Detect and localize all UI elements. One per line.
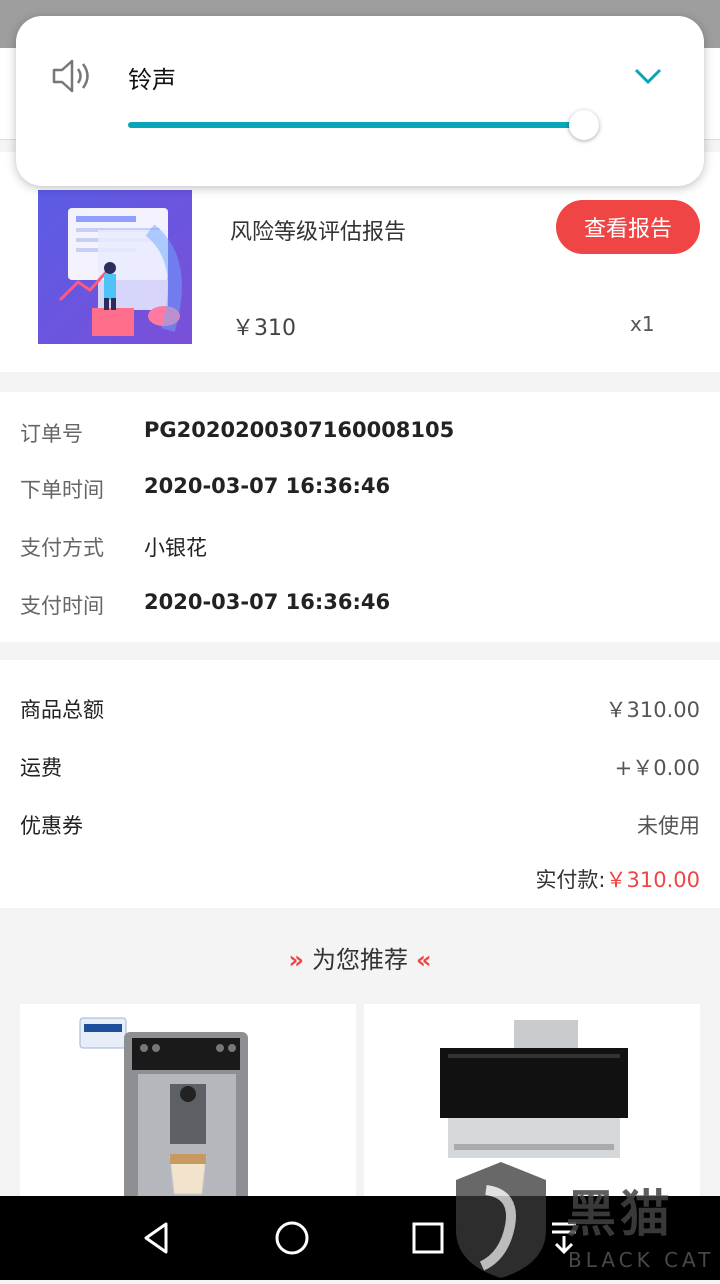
volume-slider-fill: [128, 122, 584, 128]
chevron-down-icon[interactable]: [632, 64, 664, 88]
recommend-item-coffee-machine[interactable]: [20, 1004, 356, 1204]
home-icon[interactable]: [272, 1216, 312, 1260]
paid-label: 实付款:: [535, 868, 606, 892]
volume-slider[interactable]: [128, 110, 599, 140]
order-number-label: 订单号: [20, 422, 83, 446]
watermark-text: 黑猫: [566, 1185, 674, 1243]
payment-time-value: 2020-03-07 16:36:46: [144, 590, 391, 614]
order-time-value: 2020-03-07 16:36:46: [144, 474, 391, 498]
view-report-button[interactable]: 查看报告: [556, 200, 700, 254]
recents-icon[interactable]: [410, 1216, 446, 1260]
coffee-machine-image: [79, 1017, 248, 1204]
double-chevron-right-icon: »: [288, 946, 304, 974]
product-quantity: x1: [630, 312, 655, 336]
volume-slider-thumb[interactable]: [569, 110, 599, 140]
double-chevron-left-icon: «: [416, 946, 432, 974]
volume-panel: 铃声: [16, 16, 704, 186]
speaker-icon[interactable]: [50, 56, 96, 96]
recommend-heading: » 为您推荐 «: [0, 940, 720, 975]
coupon-label: 优惠券: [20, 814, 83, 838]
amount-section: 商品总额 ￥310.00 运费 +￥0.00 优惠券 未使用 实付款:￥310.…: [0, 660, 720, 908]
black-cat-logo-icon: [456, 1162, 546, 1278]
payment-method-value: 小银花: [144, 536, 207, 560]
payment-method-label: 支付方式: [20, 536, 104, 560]
black-cat-watermark: 黑猫 BLACK CAT: [446, 1160, 720, 1280]
paid-value: ￥310.00: [605, 868, 700, 892]
order-number-value: PG202020030716000810​5: [144, 418, 455, 442]
watermark-subtext: BLACK CAT: [568, 1248, 715, 1272]
product-price: ￥310: [232, 316, 296, 341]
shipping-value: +￥0.00: [614, 756, 700, 780]
paid-amount: 实付款:￥310.00: [535, 864, 700, 894]
product-thumbnail: [38, 190, 192, 344]
recommend-title: 为您推荐: [312, 946, 408, 974]
payment-time-label: 支付时间: [20, 594, 104, 618]
goods-total-label: 商品总额: [20, 698, 104, 722]
shipping-label: 运费: [20, 756, 62, 780]
coupon-value: 未使用: [637, 814, 700, 838]
goods-total-value: ￥310.00: [605, 698, 700, 722]
volume-stream-label: 铃声: [128, 66, 176, 94]
order-time-label: 下单时间: [20, 478, 104, 502]
product-title: 风险等级评估报告: [230, 220, 407, 245]
back-icon[interactable]: [138, 1216, 174, 1260]
order-info-section: 订单号 PG202020030716000810​5 下单时间 2020-03-…: [0, 392, 720, 642]
